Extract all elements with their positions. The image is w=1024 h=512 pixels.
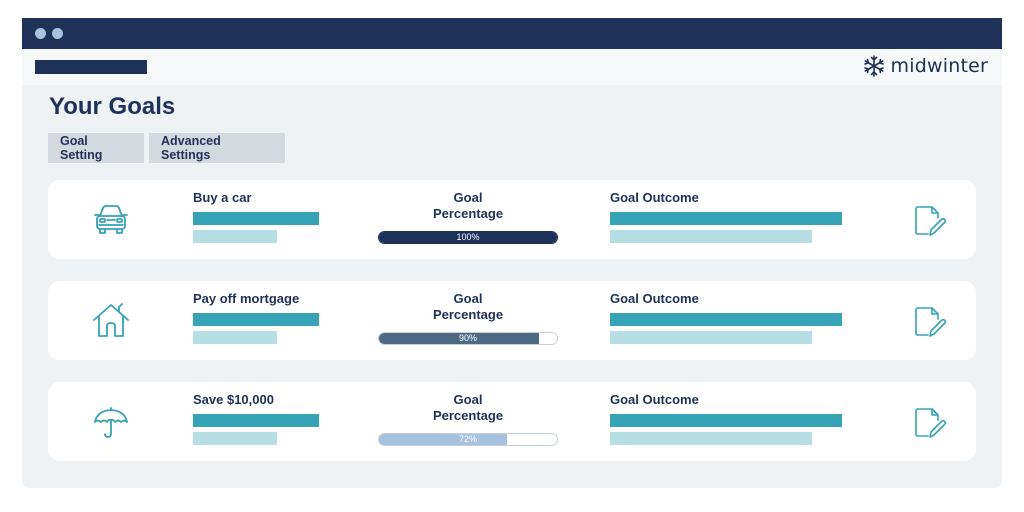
- tab-bar: Goal Setting Advanced Settings: [48, 133, 285, 163]
- goal-bar-primary: [193, 313, 319, 326]
- edit-document-icon[interactable]: [913, 305, 947, 339]
- goal-bar-secondary: [193, 432, 277, 445]
- outcome-bar-primary: [610, 212, 842, 225]
- goal-card: Buy a car Goal Percentage 100% Goal Outco…: [48, 180, 976, 259]
- goal-percentage-bar: 100%: [378, 231, 558, 244]
- goal-bar-secondary: [193, 331, 277, 344]
- goal-name: Buy a car: [193, 190, 252, 205]
- goal-name: Pay off mortgage: [193, 291, 300, 306]
- snowflake-icon: [863, 55, 884, 77]
- outcome-bar-primary: [610, 414, 842, 427]
- brand-logo: midwinter: [863, 55, 988, 77]
- goal-bar-secondary: [193, 230, 277, 243]
- goal-outcome-label: Goal Outcome: [610, 190, 699, 205]
- house-icon: [93, 303, 129, 337]
- goal-outcome-label: Goal Outcome: [610, 392, 699, 407]
- app-header: midwinter: [22, 49, 1002, 85]
- page-title: Your Goals: [49, 93, 176, 120]
- brand-name: midwinter: [890, 55, 988, 77]
- app-window: midwinter Your Goals Goal Setting Advanc…: [22, 18, 1002, 488]
- outcome-bar-secondary: [610, 432, 812, 445]
- edit-document-icon[interactable]: [913, 406, 947, 440]
- umbrella-icon: [94, 407, 128, 438]
- goal-name: Save $10,000: [193, 392, 274, 407]
- goal-card: Pay off mortgage Goal Percentage 90% Goal…: [48, 281, 976, 360]
- goal-bar-primary: [193, 212, 319, 225]
- goal-percentage-value: 90%: [458, 333, 477, 343]
- window-dot-2[interactable]: [52, 28, 63, 39]
- goal-card: Save $10,000 Goal Percentage 72% Goal Out…: [48, 382, 976, 461]
- edit-document-icon[interactable]: [913, 204, 947, 238]
- outcome-bar-primary: [610, 313, 842, 326]
- goal-percentage-bar: 90%: [378, 332, 558, 345]
- goal-percentage-label: Goal Percentage: [432, 392, 504, 423]
- goal-percentage-value: 72%: [458, 434, 477, 444]
- goal-outcome-label: Goal Outcome: [610, 291, 699, 306]
- goal-percentage-label: Goal Percentage: [432, 190, 504, 221]
- outcome-bar-secondary: [610, 331, 812, 344]
- tab-advanced-settings[interactable]: Advanced Settings: [149, 133, 285, 163]
- title-bar: [22, 18, 1002, 49]
- outcome-bar-secondary: [610, 230, 812, 243]
- goal-percentage-label: Goal Percentage: [432, 291, 504, 322]
- goal-bar-primary: [193, 414, 319, 427]
- car-icon: [94, 205, 128, 234]
- window-dot-1[interactable]: [35, 28, 46, 39]
- goal-percentage-bar: 72%: [378, 433, 558, 446]
- tab-goal-setting[interactable]: Goal Setting: [48, 133, 144, 163]
- goal-percentage-value: 100%: [456, 232, 480, 242]
- header-placeholder-bar: [35, 60, 147, 74]
